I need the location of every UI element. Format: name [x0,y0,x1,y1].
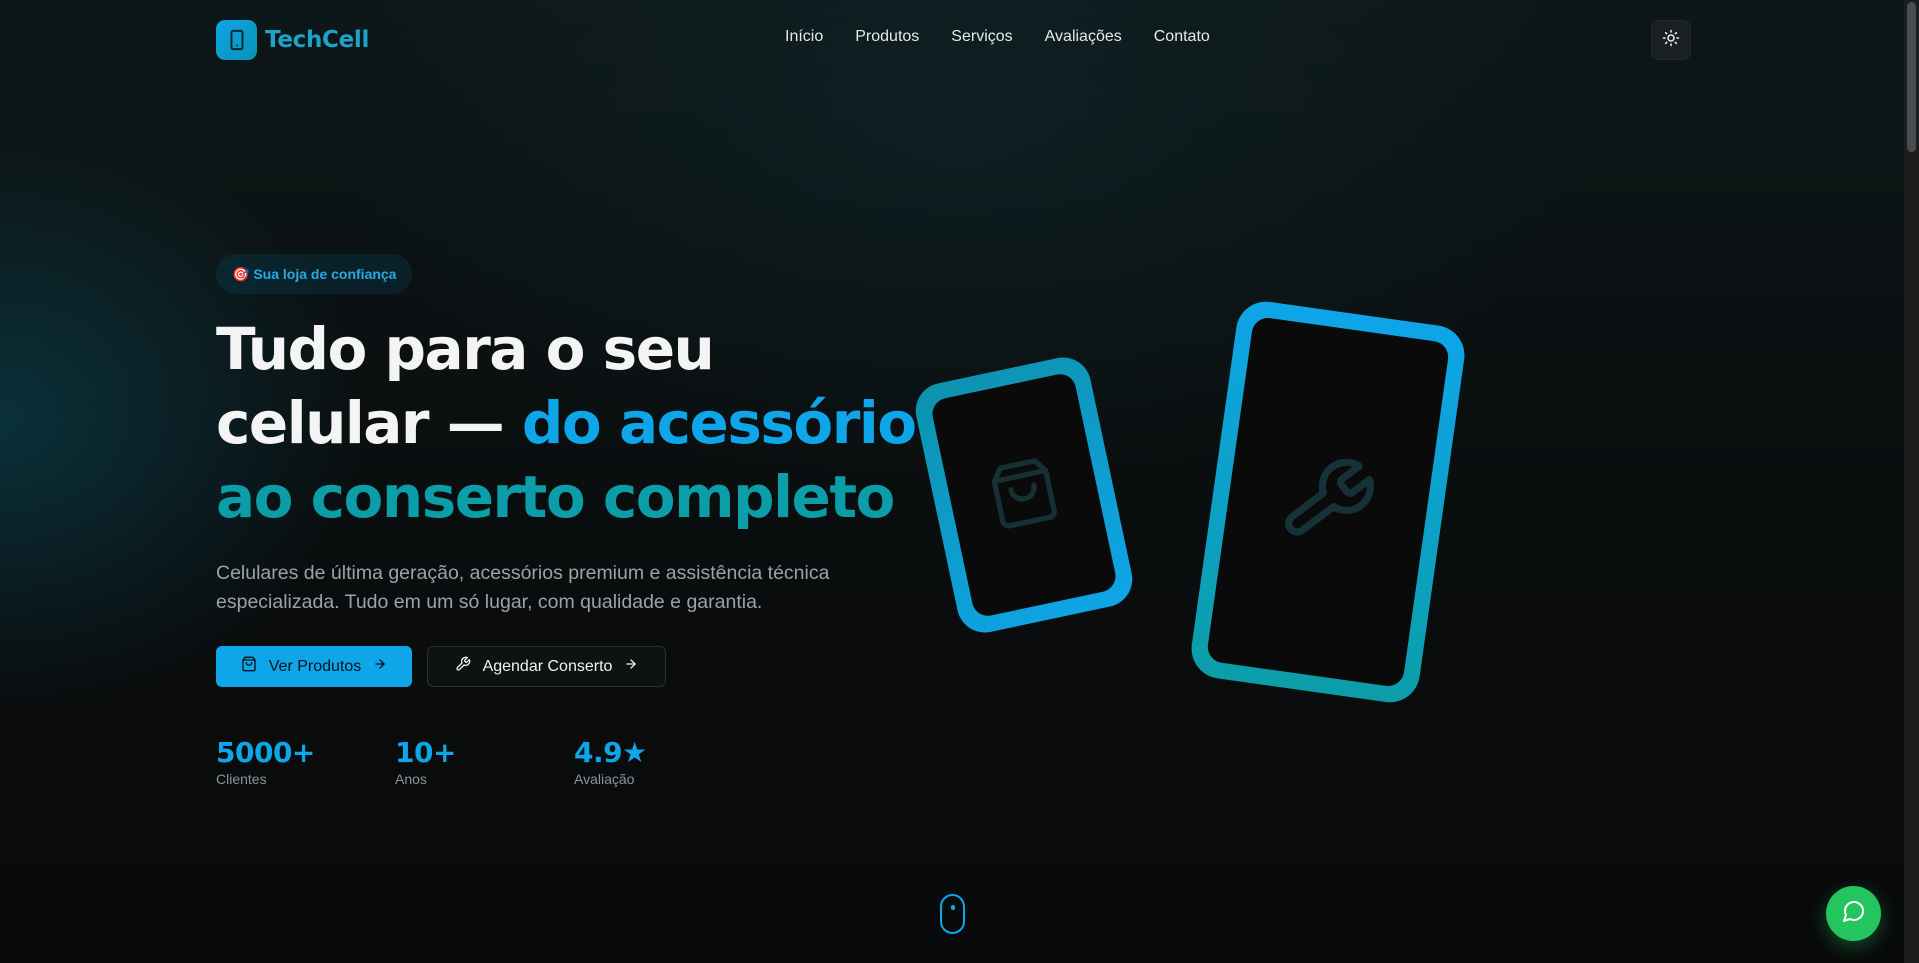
stat-rating: 4.9★ Avaliação [574,733,734,787]
stat-clients: 5000+ Clientes [216,733,376,787]
page-scrollbar[interactable] [1904,0,1919,963]
view-products-button[interactable]: Ver Produtos [216,646,412,687]
stat-value: 5000+ [216,736,315,769]
stat-label: Clientes [216,771,267,787]
shopping-bag-icon [241,656,257,677]
message-circle-icon [1842,899,1866,928]
stat-label: Avaliação [574,771,635,787]
headline-line-3: ao conserto completo [216,463,895,531]
scroll-down-indicator[interactable] [940,894,965,934]
nav-item-contato[interactable]: Contato [1154,28,1210,46]
nav-item-inicio[interactable]: Início [785,28,823,46]
badge-label: 🎯 Sua loja de confiança [232,265,397,282]
subtitle-line-1: Celulares de última geração, acessórios … [216,562,830,584]
whatsapp-chat-button[interactable] [1826,886,1881,941]
arrow-right-icon [373,657,387,676]
sun-icon [1662,29,1680,52]
phone-screen [929,371,1119,619]
main-nav: Início Produtos Serviços Avaliações Cont… [785,28,1210,46]
stat-value: 4.9★ [574,736,647,769]
view-products-label: Ver Produtos [268,657,362,675]
headline-line-1: Tudo para o seu [216,315,715,383]
scroll-indicator-dot [951,905,955,910]
hero-headline: Tudo para o seu celular — do acessório a… [216,312,936,534]
stat-label: Anos [395,771,427,787]
headline-line-2-blue: do acessório [521,389,917,457]
nav-item-produtos[interactable]: Produtos [855,28,919,46]
trust-badge: 🎯 Sua loja de confiança [216,254,413,294]
theme-toggle-button[interactable] [1651,20,1691,60]
schedule-repair-button[interactable]: Agendar Conserto [427,646,666,687]
nav-item-avaliacoes[interactable]: Avaliações [1045,28,1122,46]
headline-line-2: celular — do acessório [216,386,936,460]
stat-value: 10+ [395,736,456,769]
brand-logo[interactable]: TechCell [216,20,369,60]
arrow-right-icon [624,657,638,676]
subtitle-line-2: especializada. Tudo em um só lugar, com … [216,591,763,613]
headline-line-2-white: celular — [216,389,522,457]
shopping-bag-icon [982,451,1066,539]
wrench-icon [455,656,471,677]
scrollbar-thumb[interactable] [1907,2,1916,152]
schedule-repair-label: Agendar Conserto [482,657,613,675]
brand-name: TechCell [265,27,370,53]
hero-subtitle: Celulares de última geração, acessórios … [216,559,916,617]
wrench-icon [1273,445,1382,558]
site-header: TechCell Início Produtos Serviços Avalia… [0,0,1904,80]
smartphone-icon [216,20,257,60]
phone-screen [1205,315,1451,689]
nav-item-servicos[interactable]: Serviços [951,28,1012,46]
stat-years: 10+ Anos [395,733,555,787]
